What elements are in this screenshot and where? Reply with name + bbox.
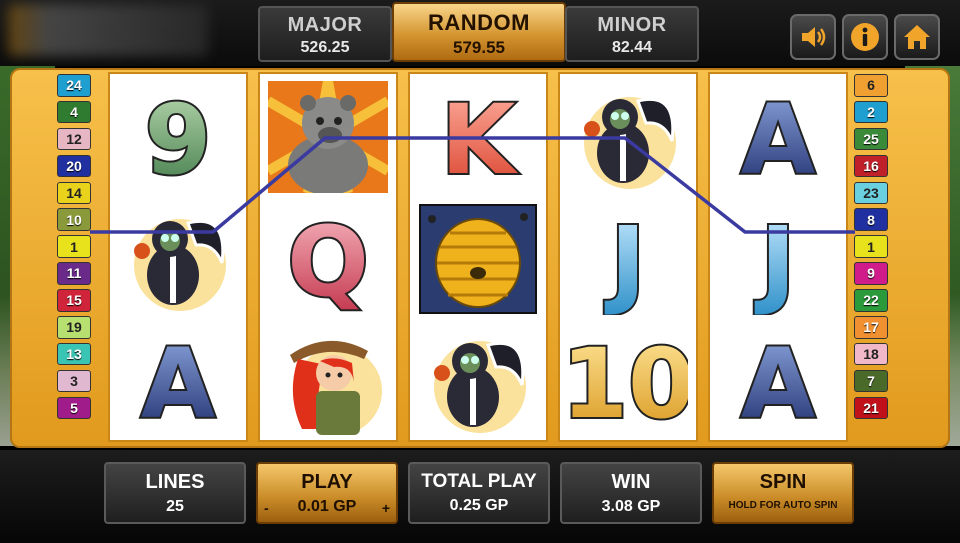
- payline-indicator-right-2[interactable]: 2: [854, 100, 888, 124]
- speaker-icon: [802, 27, 826, 47]
- minor-jackpot: MINOR 82.44: [565, 6, 699, 62]
- svg-text:A: A: [741, 84, 815, 193]
- payline-indicator-right-22[interactable]: 22: [854, 289, 888, 312]
- random-jackpot-value: 579.55: [453, 38, 505, 57]
- symbol-skunk: [110, 198, 246, 320]
- symbol-beehive: [410, 198, 546, 320]
- symbol-jack: J: [560, 198, 696, 320]
- symbol-ace: A: [710, 76, 846, 198]
- payline-indicator-left-12[interactable]: 12: [57, 127, 91, 151]
- payline-indicators-left: 24 4 12 20 14 10 1 11 15 19 13 3 5: [57, 74, 91, 424]
- payline-indicator-left-15[interactable]: 15: [57, 289, 91, 312]
- payline-indicator-left-4[interactable]: 4: [57, 100, 91, 124]
- svg-text:K: K: [441, 84, 519, 193]
- spin-button[interactable]: SPIN HOLD FOR AUTO SPIN: [712, 462, 854, 524]
- win-panel: WIN 3.08 GP: [560, 462, 702, 524]
- svg-text:J: J: [604, 206, 646, 315]
- svg-text:A: A: [741, 328, 815, 437]
- symbol-bear: [260, 76, 396, 198]
- spin-hold-hint: HOLD FOR AUTO SPIN: [728, 500, 838, 511]
- minor-jackpot-value: 82.44: [611, 39, 653, 56]
- reel-2: Q: [258, 72, 398, 442]
- reel-5: AJA: [708, 72, 848, 442]
- svg-text:Q: Q: [287, 206, 369, 315]
- total-play-value: 0.25 GP: [449, 497, 509, 514]
- lines-value: 25: [166, 498, 184, 515]
- payline-indicator-right-7[interactable]: 7: [854, 369, 888, 393]
- bet-increase-button[interactable]: +: [382, 500, 390, 516]
- payline-indicator-left-20[interactable]: 20: [57, 154, 91, 178]
- major-jackpot-title: MAJOR: [287, 14, 363, 36]
- home-button[interactable]: [894, 14, 940, 60]
- reels[interactable]: 9 A Q K J 10 A J A: [108, 72, 848, 442]
- symbol-queen: Q: [260, 198, 396, 320]
- random-jackpot-title: RANDOM: [428, 10, 530, 35]
- payline-indicators-right: 6 2 25 16 23 8 1 9 22 17 18 7 21: [854, 74, 888, 424]
- major-jackpot-value: 526.25: [300, 39, 350, 56]
- payline-indicator-right-16[interactable]: 16: [854, 154, 888, 178]
- payline-indicator-left-24[interactable]: 24: [57, 74, 91, 97]
- random-jackpot: RANDOM 579.55: [392, 2, 566, 62]
- payline-indicator-right-6[interactable]: 6: [854, 74, 888, 97]
- svg-text:10: 10: [568, 328, 688, 437]
- payline-indicator-right-8[interactable]: 8: [854, 208, 888, 231]
- play-bet-panel[interactable]: PLAY 0.01 GP - +: [256, 462, 398, 524]
- payline-indicator-left-11[interactable]: 11: [57, 262, 91, 285]
- symbol-ten: 10: [560, 320, 696, 442]
- payline-indicator-left-19[interactable]: 19: [57, 316, 91, 339]
- total-play-label: TOTAL PLAY: [421, 471, 537, 492]
- symbol-ranger-girl: [260, 320, 396, 442]
- info-icon: [851, 23, 879, 51]
- payline-indicator-left-14[interactable]: 14: [57, 181, 91, 205]
- svg-text:A: A: [141, 328, 215, 437]
- payline-indicator-right-18[interactable]: 18: [854, 342, 888, 366]
- payline-indicator-left-13[interactable]: 13: [57, 342, 91, 366]
- reel-4: J 10: [558, 72, 698, 442]
- svg-text:J: J: [754, 206, 796, 315]
- bet-decrease-button[interactable]: -: [264, 500, 269, 516]
- symbol-ace: A: [710, 320, 846, 442]
- win-value: 3.08 GP: [601, 498, 661, 515]
- minor-jackpot-title: MINOR: [597, 14, 667, 36]
- symbol-jack: J: [710, 198, 846, 320]
- payline-indicator-right-23[interactable]: 23: [854, 181, 888, 205]
- spin-label: SPIN: [759, 471, 807, 493]
- info-button[interactable]: [842, 14, 888, 60]
- win-label: WIN: [611, 471, 651, 493]
- home-icon: [904, 25, 930, 49]
- payline-indicator-right-21[interactable]: 21: [854, 396, 888, 420]
- payline-indicator-right-9[interactable]: 9: [854, 262, 888, 285]
- play-value: 0.01 GP: [297, 498, 357, 515]
- total-play-panel: TOTAL PLAY 0.25 GP: [408, 462, 550, 524]
- payline-indicator-left-10[interactable]: 10: [57, 208, 91, 231]
- major-jackpot: MAJOR 526.25: [258, 6, 392, 62]
- svg-text:9: 9: [145, 84, 212, 193]
- payline-indicator-left-3[interactable]: 3: [57, 369, 91, 393]
- play-label: PLAY: [301, 471, 353, 493]
- reel-1: 9A: [108, 72, 248, 442]
- payline-indicator-right-1[interactable]: 1: [854, 235, 888, 258]
- payline-indicator-left-1[interactable]: 1: [57, 235, 91, 258]
- symbol-skunk: [560, 76, 696, 198]
- payline-indicator-right-25[interactable]: 25: [854, 127, 888, 151]
- symbol-nine: 9: [110, 76, 246, 198]
- symbol-skunk: [410, 320, 546, 442]
- payline-indicator-right-17[interactable]: 17: [854, 316, 888, 339]
- lines-label: LINES: [145, 471, 205, 493]
- lines-panel[interactable]: LINES 25: [104, 462, 246, 524]
- payline-indicator-left-5[interactable]: 5: [57, 396, 91, 420]
- symbol-ace: A: [110, 320, 246, 442]
- game-logo: [8, 4, 208, 56]
- symbol-king: K: [410, 76, 546, 198]
- reel-3: K: [408, 72, 548, 442]
- top-bar: MAJOR 526.25 RANDOM 579.55 MINOR 82.44: [0, 0, 960, 66]
- sound-button[interactable]: [790, 14, 836, 60]
